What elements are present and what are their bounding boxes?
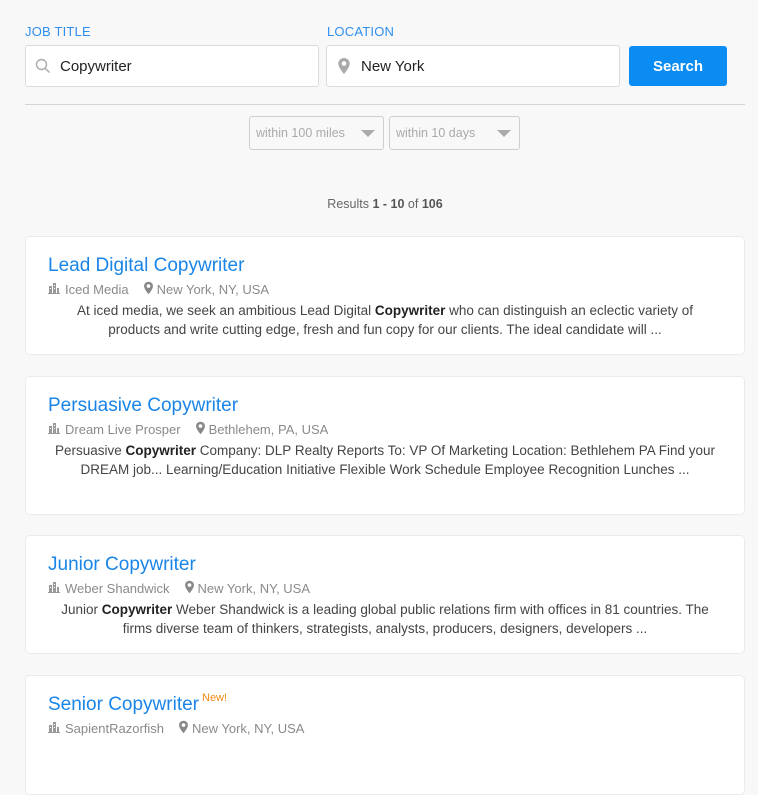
location-text: New York, NY, USA bbox=[156, 282, 270, 297]
location-text: Bethlehem, PA, USA bbox=[208, 422, 329, 437]
location-label: LOCATION bbox=[327, 24, 395, 39]
desc-highlight: Copywriter bbox=[101, 602, 173, 617]
job-location: New York, NY, USA bbox=[143, 281, 269, 298]
job-location: New York, NY, USA bbox=[184, 580, 310, 597]
job-title-field[interactable] bbox=[25, 45, 319, 87]
job-title-link[interactable]: Senior Copywriter bbox=[48, 694, 199, 716]
building-icon bbox=[48, 282, 60, 297]
building-icon bbox=[48, 422, 60, 437]
job-title-link[interactable]: Persuasive Copywriter bbox=[48, 395, 238, 417]
date-posted-select-value: within 10 days bbox=[396, 126, 476, 140]
job-location: Bethlehem, PA, USA bbox=[195, 421, 329, 438]
map-pin-icon bbox=[143, 281, 154, 298]
date-posted-select[interactable]: within 10 days bbox=[389, 116, 520, 150]
results-total: 106 bbox=[421, 197, 443, 211]
company: Weber Shandwick bbox=[48, 581, 170, 596]
location-field[interactable] bbox=[326, 45, 620, 87]
divider bbox=[25, 104, 745, 105]
company-name: Weber Shandwick bbox=[65, 581, 170, 596]
job-description: Junior Copywriter Weber Shandwick is a l… bbox=[48, 600, 722, 638]
results-of: of bbox=[407, 197, 419, 211]
job-meta: SapientRazorfish New York, NY, USA bbox=[48, 720, 722, 737]
job-title-link[interactable]: Lead Digital Copywriter bbox=[48, 255, 244, 277]
map-pin-icon bbox=[184, 580, 195, 597]
company: SapientRazorfish bbox=[48, 721, 164, 736]
desc-highlight: Copywriter bbox=[374, 303, 446, 318]
map-pin-icon bbox=[178, 720, 189, 737]
search-icon bbox=[26, 58, 60, 74]
filters: within 100 miles within 10 days bbox=[249, 116, 520, 150]
location-text: New York, NY, USA bbox=[197, 581, 311, 596]
job-title-input[interactable] bbox=[60, 57, 300, 75]
job-description: At iced media, we seek an ambitious Lead… bbox=[48, 301, 722, 339]
location-input[interactable] bbox=[361, 57, 601, 75]
job-location: New York, NY, USA bbox=[178, 720, 304, 737]
building-icon bbox=[48, 721, 60, 736]
search-button[interactable]: Search bbox=[629, 46, 727, 86]
chevron-down-icon bbox=[361, 129, 375, 137]
desc-text: Persuasive bbox=[54, 443, 126, 458]
job-card: Senior Copywriter New! SapientRazorfish N… bbox=[25, 675, 745, 795]
job-meta: Weber Shandwick New York, NY, USA bbox=[48, 580, 722, 597]
desc-highlight: Copywriter bbox=[125, 443, 197, 458]
job-card: Junior Copywriter Weber Shandwick New Yo… bbox=[25, 535, 745, 654]
company-name: Iced Media bbox=[65, 282, 129, 297]
company-name: Dream Live Prosper bbox=[65, 422, 181, 437]
job-description: Persuasive Copywriter Company: DLP Realt… bbox=[48, 441, 722, 479]
location-text: New York, NY, USA bbox=[192, 721, 305, 736]
map-pin-icon bbox=[327, 57, 361, 75]
distance-select-value: within 100 miles bbox=[256, 126, 345, 140]
company: Dream Live Prosper bbox=[48, 422, 181, 437]
new-badge: New! bbox=[202, 691, 228, 704]
desc-text: Weber Shandwick is a leading global publ… bbox=[122, 602, 709, 636]
job-meta: Iced Media New York, NY, USA bbox=[48, 281, 722, 298]
results-prefix: Results bbox=[327, 197, 369, 211]
desc-text: At iced media, we seek an ambitious Lead… bbox=[76, 303, 375, 318]
job-title-label: JOB TITLE bbox=[25, 24, 91, 39]
results-range: 1 - 10 bbox=[372, 197, 405, 211]
map-pin-icon bbox=[195, 421, 206, 438]
job-card: Persuasive Copywriter Dream Live Prosper… bbox=[25, 376, 745, 515]
distance-select[interactable]: within 100 miles bbox=[249, 116, 384, 150]
building-icon bbox=[48, 581, 60, 596]
job-meta: Dream Live Prosper Bethlehem, PA, USA bbox=[48, 421, 722, 438]
chevron-down-icon bbox=[497, 129, 511, 137]
company: Iced Media bbox=[48, 282, 129, 297]
company-name: SapientRazorfish bbox=[65, 721, 164, 736]
desc-text: Junior bbox=[61, 602, 102, 617]
job-title-link[interactable]: Junior Copywriter bbox=[48, 554, 196, 576]
job-card: Lead Digital Copywriter Iced Media New Y… bbox=[25, 236, 745, 355]
results-count: Results 1 - 10 of 106 bbox=[0, 197, 758, 211]
